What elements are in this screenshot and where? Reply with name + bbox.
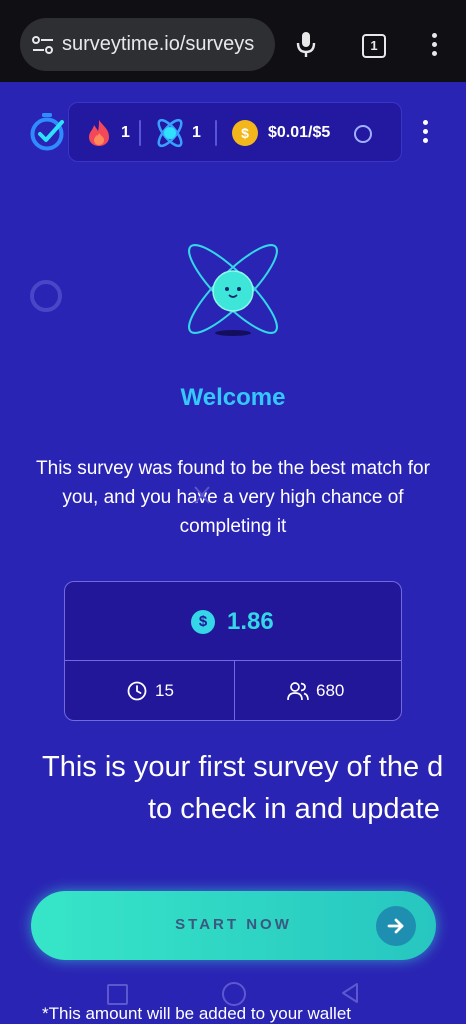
fire-icon — [89, 120, 109, 146]
survey-info-card: $ 1.86 15 680 — [64, 581, 402, 721]
tabs-icon[interactable]: 1 — [362, 34, 386, 58]
reward-row: $ 1.86 — [65, 582, 401, 661]
stats-divider — [139, 120, 141, 146]
dollar-icon: $ — [191, 610, 215, 634]
atom-mascot-icon — [188, 244, 278, 336]
wallet-footnote: *This amount will be added to your walle… — [42, 1004, 351, 1023]
clock-icon — [127, 681, 147, 701]
atom-count: 1 — [192, 124, 201, 141]
system-nav-bar — [0, 982, 466, 1006]
welcome-title: Welcome — [180, 384, 286, 411]
atom-icon — [157, 118, 183, 148]
url-text[interactable]: surveytime.io/surveys — [62, 33, 254, 56]
progress-ring-icon — [354, 125, 372, 143]
reward-amount: 1.86 — [227, 608, 274, 635]
arrow-right-icon[interactable] — [376, 906, 416, 946]
mic-icon[interactable] — [296, 31, 316, 59]
welcome-description: This survey was found to be the best mat… — [36, 458, 430, 537]
first-survey-notice: This is your first survey of the d to ch… — [0, 746, 466, 836]
coin-symbol: $ — [241, 125, 249, 141]
page-menu-icon[interactable] — [421, 120, 429, 146]
stats-pill[interactable]: 1 1 $ $0.01/$5 — [68, 102, 402, 162]
timer-check-icon[interactable] — [29, 113, 67, 151]
coin-icon: $ — [232, 120, 258, 146]
tune-icon[interactable] — [32, 36, 54, 54]
people-icon — [287, 682, 309, 701]
stats-divider — [215, 120, 217, 146]
notice-line-2: to check in and update — [148, 793, 440, 825]
info-divider — [234, 660, 235, 720]
balance-text: $0.01/$5 — [268, 124, 331, 141]
more-vert-icon[interactable] — [430, 33, 438, 57]
faded-close-icon — [194, 486, 210, 504]
streak-count: 1 — [121, 124, 130, 141]
duration-minutes: 15 — [155, 681, 174, 700]
currency-symbol: $ — [198, 613, 208, 630]
decorative-ring-icon — [30, 280, 62, 312]
home-icon[interactable] — [222, 982, 246, 1006]
back-icon[interactable] — [340, 982, 360, 1004]
participant-count: 680 — [316, 681, 345, 700]
notice-line-1: This is your first survey of the d — [42, 751, 444, 783]
recents-icon[interactable] — [107, 984, 128, 1005]
address-bar[interactable]: surveytime.io/surveys — [20, 18, 275, 71]
start-now-button[interactable]: START NOW — [31, 891, 436, 960]
browser-toolbar: surveytime.io/surveys 1 — [0, 0, 466, 82]
